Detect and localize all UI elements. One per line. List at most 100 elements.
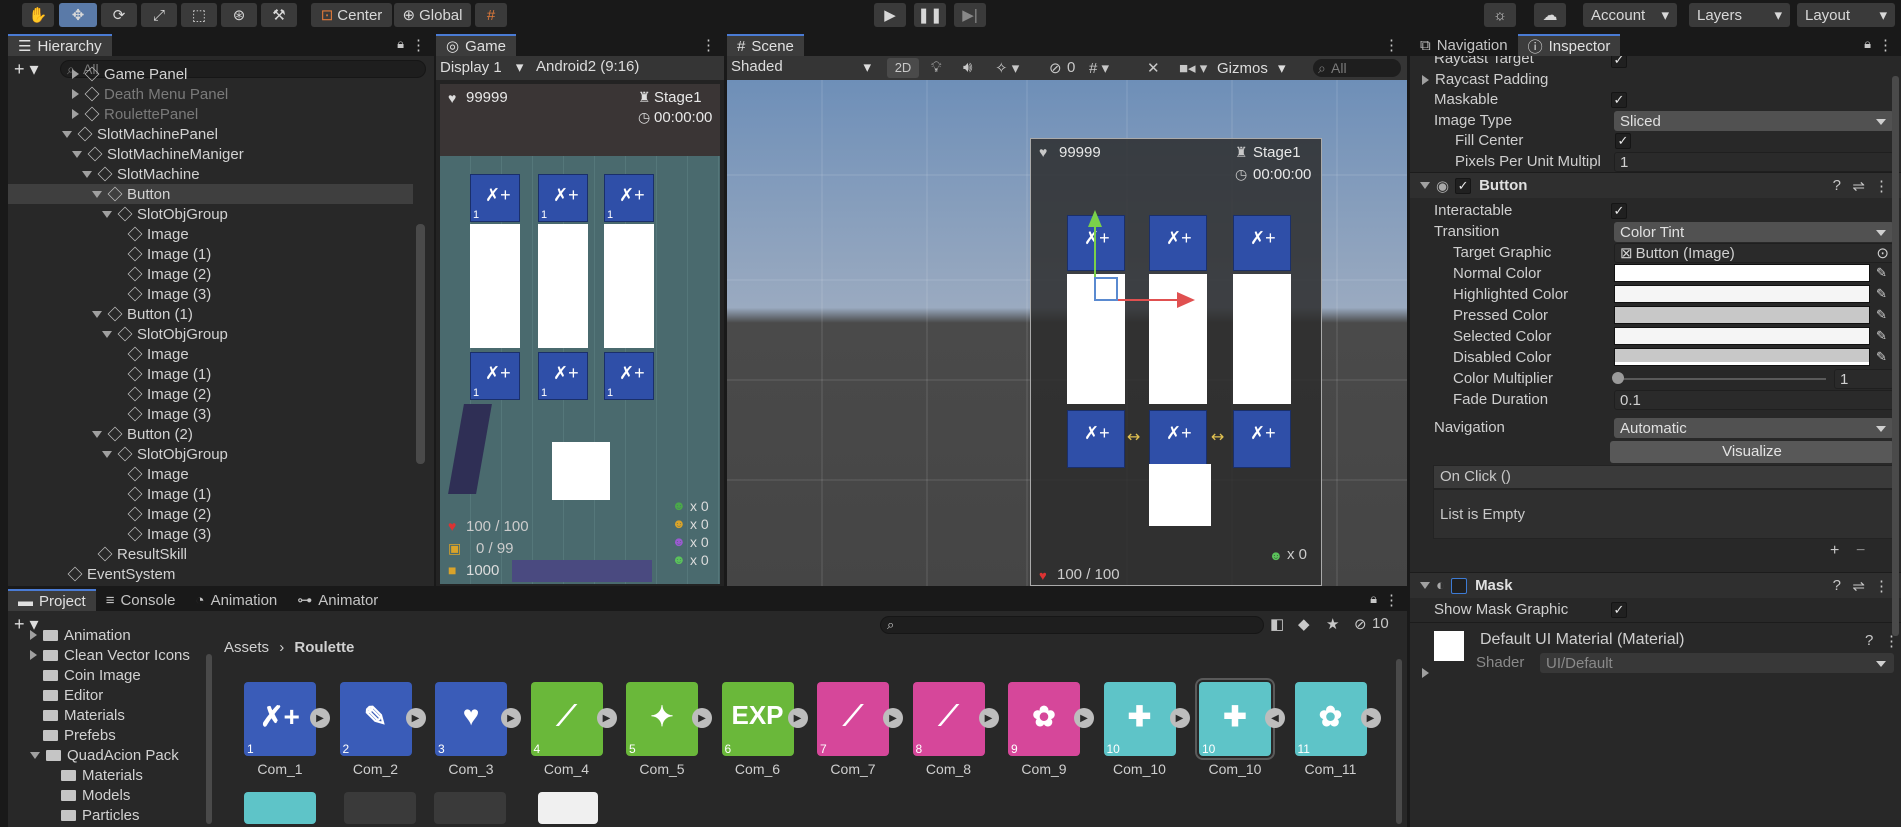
scene-viewport[interactable]: ♥ 99999 ♜ Stage1 ◷ 00:00:00 ✗+ ✗+ ✗+ ✗+ ✗+ ✗+… (727, 80, 1407, 586)
button-enabled-checkbox[interactable]: ✓ (1455, 177, 1472, 194)
eyedropper-icon[interactable]: ✎ (1876, 286, 1892, 304)
sprite-expand-icon[interactable]: ▶ (596, 708, 617, 728)
scale-tool-icon[interactable]: ⤢ (141, 3, 177, 27)
asset-thumbnail[interactable]: ✗+ 1 (244, 682, 316, 756)
breadcrumb-roulette[interactable]: Roulette (294, 639, 354, 656)
layers-dropdown[interactable]: Layers ▾ (1689, 3, 1790, 27)
mode-2d-toggle[interactable]: 2D (887, 58, 919, 78)
asset-thumbnail[interactable]: EXP 6 (721, 682, 794, 756)
more-menu-icon[interactable]: ⋮ (701, 36, 716, 54)
asset-thumbnail[interactable]: ✦ 5 (626, 682, 698, 756)
hierarchy-item[interactable]: Image (1) (8, 484, 413, 504)
sprite-expand-icon[interactable]: ▶ (1360, 708, 1381, 728)
foldout-arrow-icon[interactable] (72, 69, 79, 79)
hierarchy-item[interactable]: Image (8, 464, 413, 484)
pressed-color-swatch[interactable] (1614, 306, 1870, 324)
hidden-icon[interactable]: ⊘ (1049, 59, 1062, 77)
hierarchy-item[interactable]: SlotMachineManiger (8, 144, 413, 164)
tab-navigation[interactable]: ⧉ Navigation (1410, 34, 1518, 56)
light-icon[interactable]: 💡︎ (931, 59, 942, 76)
more-menu-icon[interactable]: ⋮ (1874, 577, 1889, 595)
fill-center-checkbox[interactable]: ✓ (1615, 133, 1631, 149)
hierarchy-item[interactable]: ResultSkill (8, 544, 413, 564)
tab-console[interactable]: ≡ Console (95, 589, 186, 611)
hierarchy-item[interactable]: Image (3) (8, 404, 413, 424)
asset-thumbnail[interactable]: ♥ 3 (435, 682, 507, 756)
pause-button[interactable]: ❚❚ (914, 3, 946, 27)
pivot-center-toggle[interactable]: ⊡ Center (311, 3, 392, 27)
hierarchy-item[interactable]: Image (1) (8, 364, 413, 384)
play-button[interactable]: ▶ (874, 3, 906, 27)
gizmos-dropdown[interactable]: Gizmos ▾ (1217, 59, 1286, 77)
filter-type-icon[interactable]: ◧ (1270, 615, 1284, 633)
eyedropper-icon[interactable]: ✎ (1876, 307, 1892, 325)
navigation-dropdown[interactable]: Automatic (1614, 418, 1894, 438)
eyedropper-icon[interactable]: ✎ (1876, 265, 1892, 283)
hand-tool-icon[interactable]: ✋ (22, 3, 54, 27)
sprite-expand-icon[interactable]: ▶ (787, 708, 808, 728)
color-multiplier-slider-track[interactable] (1616, 378, 1826, 380)
more-menu-icon[interactable]: ⋮ (1878, 36, 1893, 54)
mask-enabled-checkbox[interactable] (1451, 577, 1468, 594)
hierarchy-item[interactable]: Image (2) (8, 264, 413, 284)
asset-thumbnail[interactable]: ✚ 10 (1103, 682, 1176, 756)
hierarchy-item[interactable]: Image (2) (8, 504, 413, 524)
disabled-color-swatch[interactable] (1614, 348, 1870, 366)
tab-scene[interactable]: # Scene (727, 34, 804, 56)
sprite-expand-icon[interactable]: ▶ (405, 708, 426, 728)
asset-thumbnail[interactable]: ⟋ 7 (817, 682, 889, 756)
hierarchy-item[interactable]: Image (8, 224, 413, 244)
tab-inspector[interactable]: ⓘ Inspector (1517, 34, 1621, 56)
hierarchy-item[interactable]: Image (1) (8, 244, 413, 264)
aspect-dropdown[interactable]: Android2 (9:16) (536, 58, 639, 75)
shader-dropdown[interactable]: UI/Default (1540, 653, 1894, 673)
help-icon[interactable]: ? (1833, 577, 1841, 594)
tab-game[interactable]: ◎ Game (436, 34, 516, 56)
selected-color-swatch[interactable] (1614, 327, 1870, 345)
sprite-expand-icon[interactable]: ▶ (883, 708, 903, 728)
color-multiplier-slider-handle[interactable] (1612, 372, 1624, 384)
ppu-field[interactable]: 1 (1614, 152, 1894, 172)
folder-item[interactable]: Coin Image (8, 665, 141, 685)
folder-item[interactable]: Prefebs (8, 725, 116, 745)
hierarchy-item[interactable]: Game Panel (8, 64, 413, 84)
target-graphic-field[interactable]: ⊠ Button (Image) ⊙ (1614, 243, 1894, 263)
shading-dropdown[interactable]: Shaded ▾ (731, 58, 875, 76)
move-tool-icon[interactable]: ✥ (59, 3, 97, 27)
foldout-arrow-icon[interactable] (102, 330, 112, 338)
foldout-arrow-icon[interactable] (1422, 668, 1429, 678)
sprite-expand-icon[interactable]: ▶ (1074, 708, 1094, 728)
hierarchy-item[interactable]: SlotObjGroup (8, 444, 413, 464)
eyedropper-icon[interactable]: ✎ (1876, 328, 1892, 346)
custom-tool-icon[interactable]: ⚒ (261, 3, 297, 27)
sprite-expand-icon[interactable]: ▶ (692, 708, 712, 728)
foldout-arrow-icon[interactable] (72, 89, 79, 99)
asset-thumbnail[interactable] (538, 792, 598, 824)
asset-thumbnail[interactable]: ⟋ 8 (912, 682, 985, 756)
asset-thumbnail[interactable]: ⟋ 4 (530, 682, 603, 756)
scene-search-input[interactable]: ⌕ All (1313, 59, 1401, 77)
filter-label-icon[interactable]: ◆ (1298, 615, 1310, 633)
folder-item[interactable]: Clean Vector Icons (8, 645, 190, 665)
tab-hierarchy[interactable]: ☰ Hierarchy (8, 34, 112, 56)
hierarchy-item[interactable]: SlotMachine (8, 164, 413, 184)
preset-icon[interactable]: ⇌ (1852, 577, 1865, 595)
foldout-arrow-icon[interactable] (92, 190, 102, 198)
grid-snap-icon[interactable]: # (475, 3, 507, 27)
hierarchy-item[interactable]: Button (8, 184, 413, 204)
normal-color-swatch[interactable] (1614, 264, 1870, 282)
folder-item[interactable]: Animation (8, 625, 131, 645)
folder-item[interactable]: Models (8, 785, 130, 805)
foldout-arrow-icon[interactable] (102, 450, 112, 458)
button-component-header[interactable]: ◉ ✓ Button ? ⇌ ⋮ (1410, 172, 1901, 198)
maskable-checkbox[interactable]: ✓ (1611, 92, 1627, 108)
asset-thumbnail[interactable]: ✿ 11 (1294, 682, 1367, 756)
folder-item[interactable]: Materials (8, 705, 125, 725)
asset-thumbnail[interactable]: ✎ 2 (339, 682, 412, 756)
hierarchy-item[interactable]: SlotMachinePanel (8, 124, 413, 144)
foldout-arrow-icon[interactable] (102, 210, 112, 218)
sun-icon[interactable]: ☼ (1484, 3, 1516, 27)
mask-component-header[interactable]: ◐ Mask ? ⇌ ⋮ (1410, 572, 1901, 598)
hierarchy-item[interactable]: Button (1) (8, 304, 413, 324)
lock-icon[interactable]: 🔒︎ (1864, 36, 1871, 52)
